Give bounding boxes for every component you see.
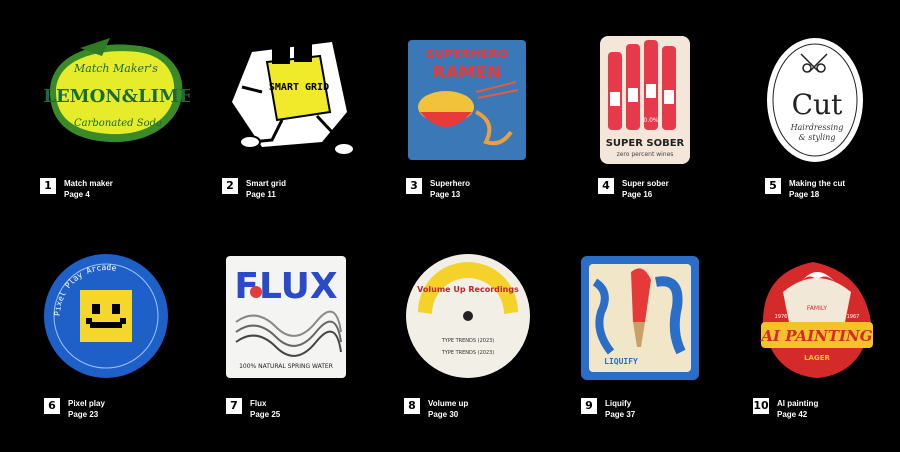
superhero-line1: SUPERHERO xyxy=(426,47,508,61)
item-page: Page 16 xyxy=(622,190,653,199)
item-title: Making the cut xyxy=(789,179,846,188)
making-the-cut-sticker: Cut Hairdressing & styling xyxy=(765,32,900,172)
item-title: Superhero xyxy=(430,179,471,188)
item-title: Match maker xyxy=(64,179,113,188)
item-caption: 7 Flux Page 25 xyxy=(226,398,406,432)
item-page: Page 23 xyxy=(68,410,99,419)
item-caption: 1 Match maker Page 4 xyxy=(40,178,220,212)
match-maker-sticker: Match Maker's LEMON&LIME Carbonated Soda xyxy=(40,32,220,172)
gallery-item-ai-painting[interactable]: FAMILY AI PAINTING 1976 1967 LAGER 10 AI… xyxy=(753,252,900,452)
item-caption: 10 AI painting Page 42 xyxy=(753,398,900,432)
item-page: Page 18 xyxy=(789,190,820,199)
ai-painting-sub: LAGER xyxy=(804,354,830,362)
item-number: 8 xyxy=(404,398,420,414)
super-sober-main: SUPER SOBER xyxy=(606,138,685,149)
item-page: Page 37 xyxy=(605,410,636,419)
item-title: Flux xyxy=(250,399,267,408)
item-title: Super sober xyxy=(622,179,669,188)
item-caption: 3 Superhero Page 13 xyxy=(406,178,586,212)
flux-main: FLUX xyxy=(234,266,337,307)
flux-sticker: FLUX 100% NATURAL SPRING WATER xyxy=(226,252,406,392)
super-sober-sub: zero percent wines xyxy=(617,151,674,158)
item-page: Page 42 xyxy=(777,410,808,419)
item-title: AI painting xyxy=(777,399,819,408)
item-caption: 2 Smart grid Page 11 xyxy=(222,178,402,212)
sticker-gallery: Match Maker's LEMON&LIME Carbonated Soda… xyxy=(0,0,900,445)
volume-up-main: Volume Up Recordings xyxy=(417,285,519,294)
super-sober-sticker: 0.0% SUPER SOBER zero percent wines xyxy=(598,32,778,172)
ai-painting-sticker: FAMILY AI PAINTING 1976 1967 LAGER xyxy=(753,252,900,392)
item-caption: 4 Super sober Page 16 xyxy=(598,178,778,212)
match-maker-top-text: Match Maker's xyxy=(73,62,158,75)
gallery-item-volume-up[interactable]: Volume Up Recordings TYPE TRENDS (2023) … xyxy=(404,252,584,452)
item-title: Smart grid xyxy=(246,179,287,188)
making-the-cut-main: Cut xyxy=(792,88,843,121)
gallery-item-match-maker[interactable]: Match Maker's LEMON&LIME Carbonated Soda… xyxy=(40,32,220,232)
making-the-cut-sub1: Hairdressing xyxy=(790,123,844,132)
superhero-line2: RAMEN xyxy=(432,63,501,83)
volume-up-t2: TYPE TRENDS (2023) xyxy=(441,350,495,356)
item-title: Volume up xyxy=(428,399,469,408)
ai-painting-top: FAMILY xyxy=(807,305,827,312)
item-title: Pixel play xyxy=(68,399,105,408)
gallery-item-superhero[interactable]: SUPERHERO RAMEN 3 Superhero Page 13 xyxy=(406,32,586,232)
item-number: 1 xyxy=(40,178,56,194)
item-caption: 6 Pixel play Page 23 xyxy=(44,398,224,432)
ai-painting-main: AI PAINTING xyxy=(759,327,872,345)
superhero-sticker: SUPERHERO RAMEN xyxy=(406,32,586,172)
item-number: 5 xyxy=(765,178,781,194)
item-page: Page 13 xyxy=(430,190,461,199)
item-title: Liquify xyxy=(605,399,632,408)
ai-painting-y2: 1967 xyxy=(847,314,860,320)
item-caption: 9 Liquify Page 37 xyxy=(581,398,761,432)
item-number: 7 xyxy=(226,398,242,414)
match-maker-main-text: LEMON&LIME xyxy=(43,86,190,107)
liquify-main: LIQUIFY xyxy=(604,357,638,366)
item-number: 3 xyxy=(406,178,422,194)
item-caption: 5 Making the cut Page 18 xyxy=(765,178,900,212)
flux-sub: 100% NATURAL SPRING WATER xyxy=(239,363,333,370)
gallery-item-flux[interactable]: FLUX 100% NATURAL SPRING WATER 7 Flux Pa… xyxy=(226,252,406,452)
smart-grid-text: SMART GRID xyxy=(269,82,329,93)
gallery-item-super-sober[interactable]: 0.0% SUPER SOBER zero percent wines 4 Su… xyxy=(598,32,778,232)
liquify-sticker: LIQUIFY xyxy=(581,252,761,392)
gallery-item-making-the-cut[interactable]: Cut Hairdressing & styling 5 Making the … xyxy=(765,32,900,232)
item-page: Page 25 xyxy=(250,410,281,419)
item-number: 9 xyxy=(581,398,597,414)
gallery-item-pixel-play[interactable]: Pixel Play Arcade 6 Pixel play Page 23 xyxy=(44,252,224,452)
item-page: Page 11 xyxy=(246,190,276,199)
volume-up-t1: TYPE TRENDS (2023) xyxy=(441,338,495,344)
item-page: Page 30 xyxy=(428,410,459,419)
item-number: 10 xyxy=(753,398,769,414)
gallery-item-liquify[interactable]: LIQUIFY 9 Liquify Page 37 xyxy=(581,252,761,452)
item-number: 6 xyxy=(44,398,60,414)
ai-painting-y1: 1976 xyxy=(775,314,788,320)
item-number: 2 xyxy=(222,178,238,194)
super-sober-pct: 0.0% xyxy=(643,117,659,124)
item-page: Page 4 xyxy=(64,190,90,199)
smart-grid-sticker: SMART GRID xyxy=(222,32,402,172)
pixel-play-sticker: Pixel Play Arcade xyxy=(44,252,224,392)
gallery-item-smart-grid[interactable]: SMART GRID 2 Smart grid Page 11 xyxy=(222,32,402,232)
item-number: 4 xyxy=(598,178,614,194)
volume-up-sticker: Volume Up Recordings TYPE TRENDS (2023) … xyxy=(404,252,584,392)
item-caption: 8 Volume up Page 30 xyxy=(404,398,584,432)
match-maker-bottom-text: Carbonated Soda xyxy=(74,118,162,129)
making-the-cut-sub2: & styling xyxy=(799,133,836,142)
